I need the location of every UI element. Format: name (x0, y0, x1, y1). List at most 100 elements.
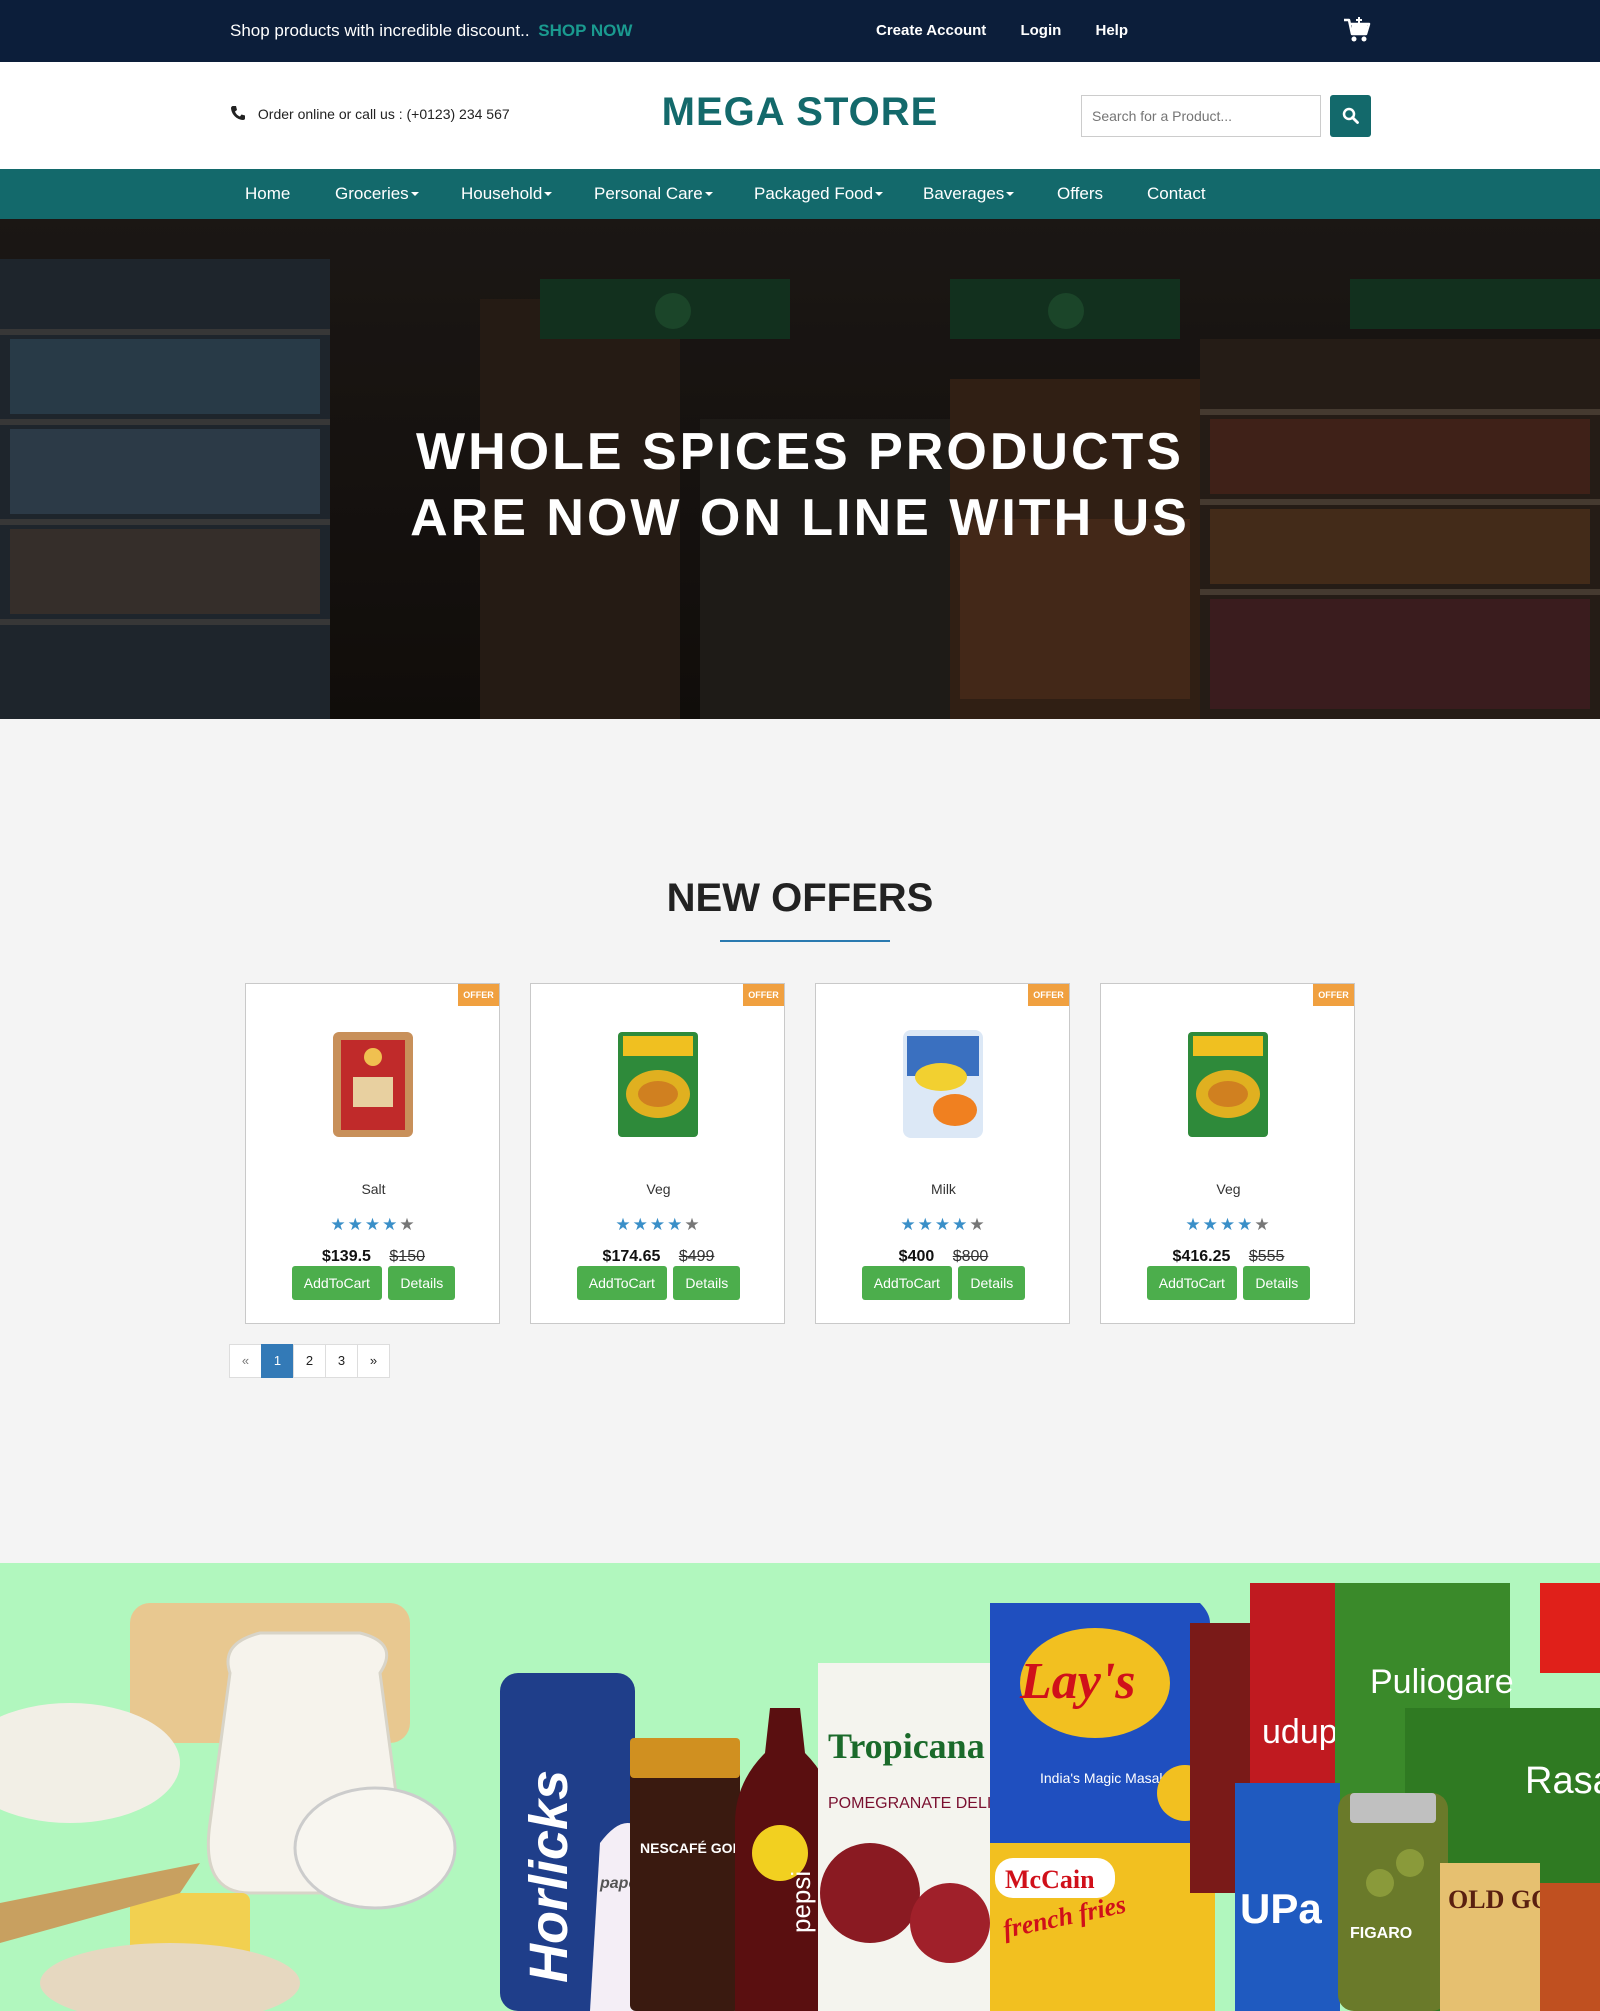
magic-masala-text: India's Magic Masala (1040, 1770, 1171, 1786)
main-nav: Home Groceries Household Personal Care P… (0, 169, 1600, 219)
offer-badge: OFFER (1313, 984, 1354, 1006)
nav-contact[interactable]: Contact (1147, 184, 1206, 204)
caret-down-icon (1006, 192, 1015, 196)
nav-label: Groceries (335, 184, 409, 203)
add-to-cart-button[interactable]: AddToCart (291, 1266, 382, 1300)
search-input[interactable] (1081, 95, 1321, 137)
nav-beverages[interactable]: Baverages (923, 184, 1015, 204)
next-page-button[interactable]: » (357, 1344, 390, 1378)
price-row: $416.25 $555 (1101, 1248, 1356, 1266)
mccain-text: McCain (1005, 1865, 1095, 1894)
price: $400 (898, 1248, 935, 1265)
price: $416.25 (1172, 1248, 1231, 1265)
search-icon (1342, 107, 1359, 124)
hero-line-2: ARE NOW ON LINE WITH US (410, 489, 1190, 547)
promo-message: Shop products with incredible discount.. (230, 21, 530, 40)
nav-personal-care[interactable]: Personal Care (594, 184, 713, 204)
nav-label: Household (461, 184, 543, 203)
veg-pack-image[interactable] (1178, 1022, 1278, 1142)
details-button[interactable]: Details (958, 1266, 1026, 1300)
promo-text: Shop products with incredible discount..… (230, 21, 632, 41)
grocery-products-image: Horlicks paper boat NESCAFÉ GOLD pepsi T… (0, 1583, 1600, 2011)
add-to-cart-button[interactable]: AddToCart (861, 1266, 952, 1300)
page-1-button[interactable]: 1 (261, 1344, 294, 1378)
nav-household[interactable]: Household (461, 184, 553, 204)
product-card: OFFER Milk ★★★★★ $400 $800 AddToCart Det… (815, 983, 1070, 1324)
page-3-button[interactable]: 3 (325, 1344, 358, 1378)
nescafe-text: NESCAFÉ GOLD (640, 1840, 751, 1856)
pagination: « 1 2 3 » (229, 1344, 390, 1378)
price-row: $139.5 $150 (246, 1248, 501, 1266)
rating: ★★★★★ (1185, 1215, 1272, 1234)
rating: ★★★★★ (900, 1215, 987, 1234)
rating: ★★★★★ (615, 1215, 702, 1234)
hero-title: WHOLE SPICES PRODUCTS ARE NOW ON LINE WI… (0, 419, 1600, 551)
svg-text:UPa: UPa (1240, 1885, 1322, 1932)
price: $139.5 (322, 1248, 371, 1265)
top-bar: Shop products with incredible discount..… (0, 0, 1600, 62)
veg-pack-image[interactable] (608, 1022, 708, 1142)
create-account-link[interactable]: Create Account (876, 22, 986, 39)
card-actions: AddToCart Details (816, 1266, 1071, 1300)
details-button[interactable]: Details (388, 1266, 456, 1300)
prev-page-button[interactable]: « (229, 1344, 262, 1378)
shop-now-link[interactable]: SHOP NOW (538, 21, 632, 40)
card-actions: AddToCart Details (1101, 1266, 1356, 1300)
section-title: NEW OFFERS (666, 876, 934, 920)
old-price: $150 (389, 1248, 425, 1265)
lays-text: Lay's (1019, 1653, 1136, 1710)
nav-groceries[interactable]: Groceries (335, 184, 419, 204)
add-to-cart-button[interactable]: AddToCart (576, 1266, 667, 1300)
product-card: OFFER Veg ★★★★★ $416.25 $555 AddToCart D… (1100, 983, 1355, 1324)
nav-packaged-food[interactable]: Packaged Food (754, 184, 884, 204)
help-link[interactable]: Help (1095, 22, 1128, 39)
nav-home[interactable]: Home (245, 184, 290, 204)
old-price: $499 (678, 1248, 715, 1265)
products-banner: Horlicks paper boat NESCAFÉ GOLD pepsi T… (0, 1563, 1600, 2011)
nav-label: Personal Care (594, 184, 703, 203)
hero-banner: WHOLE SPICES PRODUCTS ARE NOW ON LINE WI… (0, 219, 1600, 719)
details-button[interactable]: Details (1243, 1266, 1311, 1300)
puliogare-text: Puliogare (1370, 1663, 1514, 1701)
product-name[interactable]: Salt (246, 1181, 501, 1197)
offer-badge: OFFER (458, 984, 499, 1006)
price-row: $400 $800 (816, 1248, 1071, 1266)
milk-pack-image[interactable] (893, 1022, 993, 1142)
price: $174.65 (602, 1248, 661, 1265)
hero-line-1: WHOLE SPICES PRODUCTS (416, 423, 1184, 481)
nav-label: Packaged Food (754, 184, 874, 203)
cart-icon[interactable] (1342, 16, 1372, 44)
account-links: Create Account Login Help (876, 22, 1158, 39)
product-name[interactable]: Milk (816, 1181, 1071, 1197)
old-price: $555 (1248, 1248, 1285, 1265)
search-button[interactable] (1330, 95, 1371, 137)
horlicks-text: Horlicks (519, 1770, 579, 1983)
product-name[interactable]: Veg (1101, 1181, 1356, 1197)
nav-label: Contact (1147, 184, 1206, 203)
page-2-button[interactable]: 2 (293, 1344, 326, 1378)
card-actions: AddToCart Details (246, 1266, 501, 1300)
nav-offers[interactable]: Offers (1057, 184, 1103, 204)
nav-label: Baverages (923, 184, 1005, 203)
caret-down-icon (410, 192, 419, 196)
price-row: $174.65 $499 (531, 1248, 786, 1266)
add-to-cart-button[interactable]: AddToCart (1146, 1266, 1237, 1300)
old-price: $800 (952, 1248, 989, 1265)
nav-label: Offers (1057, 184, 1103, 203)
product-card: OFFER Salt ★★★★★ $139.5 $150 AddToCart D… (245, 983, 500, 1324)
product-name[interactable]: Veg (531, 1181, 786, 1197)
login-link[interactable]: Login (1020, 22, 1061, 39)
rasam-text: Rasam (1525, 1760, 1600, 1802)
title-underline (720, 940, 890, 942)
figaro-text: FIGARO (1350, 1925, 1412, 1942)
header: Order online or call us : (+0123) 234 56… (0, 62, 1600, 169)
details-button[interactable]: Details (673, 1266, 741, 1300)
caret-down-icon (704, 192, 713, 196)
product-card: OFFER Veg ★★★★★ $174.65 $499 AddToCart D… (530, 983, 785, 1324)
pepsi-text: pepsi (786, 1871, 816, 1933)
rating: ★★★★★ (330, 1215, 417, 1234)
card-actions: AddToCart Details (531, 1266, 786, 1300)
caret-down-icon (544, 192, 553, 196)
salt-pack-image[interactable] (323, 1022, 423, 1142)
offer-badge: OFFER (743, 984, 784, 1006)
